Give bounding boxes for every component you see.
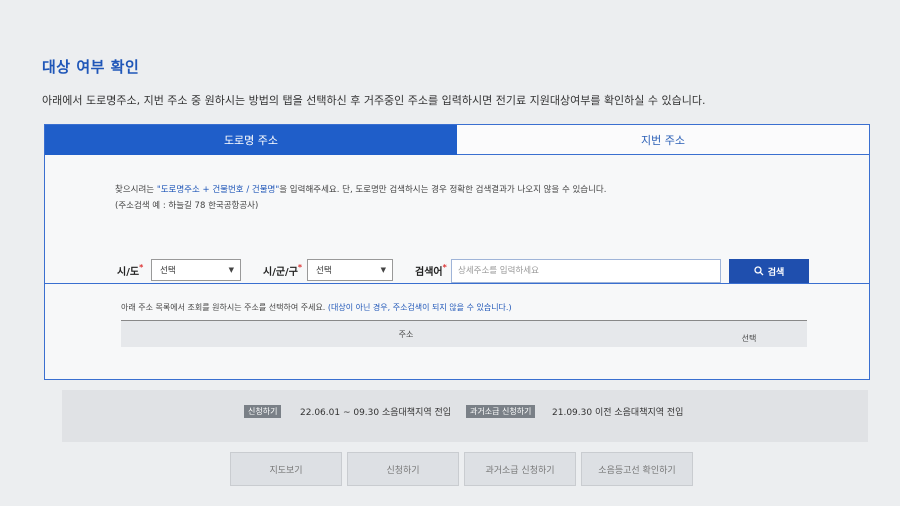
sigungu-select[interactable]: 선택 ▼	[307, 259, 393, 281]
sigungu-label: 시/군/구*	[263, 263, 302, 278]
noise-contour-button[interactable]: 소음등고선 확인하기	[581, 452, 693, 486]
sido-select[interactable]: 선택 ▼	[151, 259, 241, 281]
results-note-highlight: (대상이 아닌 경우, 주소검색이 되지 않을 수 있습니다.)	[327, 303, 512, 312]
required-mark: *	[139, 263, 144, 272]
retro-badge: 과거소급 신청하기	[466, 405, 536, 418]
sigungu-select-value: 선택	[316, 266, 332, 276]
results-note: 아래 주소 목록에서 조회를 원하시는 주소를 선택하여 주세요. (대상이 아…	[121, 302, 512, 313]
sigungu-label-text: 시/군/구	[263, 267, 298, 278]
keyword-input[interactable]	[451, 259, 721, 283]
search-hint: 찾으시려는 "도로명주소 + 건물번호 / 건물명"을 입력해주세요. 단, 도…	[115, 183, 606, 195]
keyword-label: 검색어*	[415, 263, 447, 278]
apply-period-text: 22.06.01 ~ 09.30 소음대책지역 전입	[300, 408, 452, 418]
sido-select-value: 선택	[160, 266, 176, 276]
hint-prefix: 찾으시려는	[115, 185, 157, 195]
search-button[interactable]: 검색	[729, 259, 809, 283]
apply-badge: 신청하기	[244, 405, 282, 418]
results-note-text: 아래 주소 목록에서 조회를 원하시는 주소를 선택하여 주세요.	[121, 303, 328, 312]
column-address: 주소	[398, 330, 414, 339]
column-select: 선택	[741, 334, 757, 343]
info-bar: 신청하기 22.06.01 ~ 09.30 소음대책지역 전입 과거소급 신청하…	[62, 390, 868, 442]
tab-bar: 도로명 주소 지번 주소	[45, 125, 869, 155]
required-mark: *	[442, 263, 447, 272]
search-button-label: 검색	[767, 267, 785, 278]
action-buttons: 지도보기 신청하기 과거소급 신청하기 소음등고선 확인하기	[0, 452, 900, 486]
results-table-header: 주소 선택	[121, 320, 807, 347]
tab-lot-address[interactable]: 지번 주소	[457, 125, 869, 155]
dropdown-arrow-icon: ▼	[380, 266, 386, 274]
retro-apply-button[interactable]: 과거소급 신청하기	[464, 452, 576, 486]
retro-period-text: 21.09.30 이전 소음대책지역 전입	[552, 408, 684, 418]
search-icon	[754, 266, 764, 276]
map-view-button[interactable]: 지도보기	[230, 452, 342, 486]
page-title: 대상 여부 확인	[42, 58, 140, 76]
required-mark: *	[297, 263, 303, 272]
apply-button[interactable]: 신청하기	[347, 452, 459, 486]
search-panel: 도로명 주소 지번 주소 찾으시려는 "도로명주소 + 건물번호 / 건물명"을…	[44, 124, 870, 380]
dropdown-arrow-icon: ▼	[228, 266, 234, 274]
sido-label: 시/도*	[117, 263, 143, 278]
hint-suffix: 을 입력해주세요. 단, 도로명만 검색하시는 경우 정확한 검색결과가 나오지…	[279, 185, 607, 195]
search-example: (주소검색 예 : 하늘길 78 한국공항공사)	[115, 201, 259, 211]
intro-text: 아래에서 도로명주소, 지번 주소 중 원하시는 방법의 탭을 선택하신 후 거…	[42, 94, 706, 107]
hint-highlight: "도로명주소 + 건물번호 / 건물명"	[156, 185, 280, 195]
sido-label-text: 시/도	[117, 267, 140, 278]
keyword-label-text: 검색어	[415, 267, 443, 278]
tab-road-address[interactable]: 도로명 주소	[45, 125, 457, 155]
search-form: 찾으시려는 "도로명주소 + 건물번호 / 건물명"을 입력해주세요. 단, 도…	[45, 155, 869, 284]
